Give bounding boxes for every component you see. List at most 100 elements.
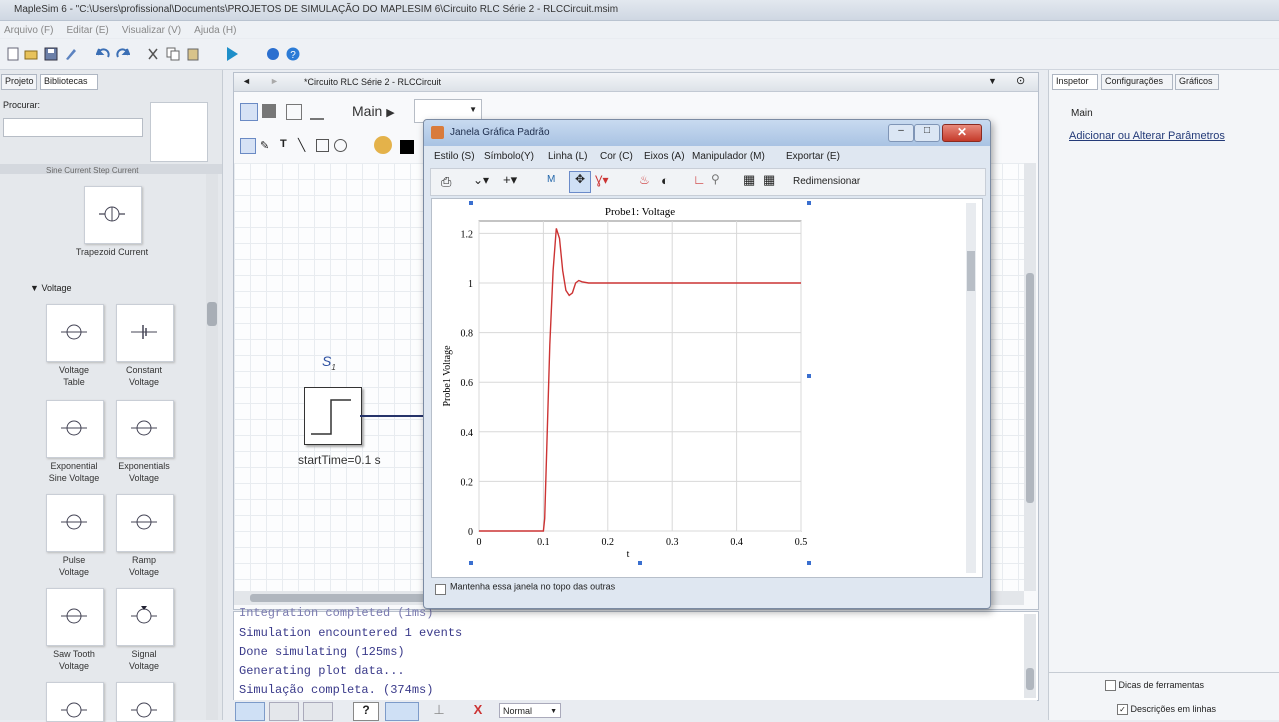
- keep-on-top-checkbox[interactable]: [435, 584, 446, 595]
- globe-icon[interactable]: ◐: [661, 173, 669, 188]
- pencil-tool-icon[interactable]: ✎: [260, 139, 272, 152]
- help-icon[interactable]: ?: [353, 702, 379, 721]
- lib-item-signal-voltage[interactable]: [116, 588, 174, 646]
- parameters-view-icon[interactable]: [269, 702, 299, 721]
- checkbox-box[interactable]: [1105, 680, 1116, 692]
- lib-item-partial-1[interactable]: [46, 682, 104, 722]
- tab-inspector[interactable]: Inspetor: [1052, 74, 1098, 90]
- step-source-block[interactable]: [304, 387, 362, 445]
- line-style-icon[interactable]: ⌄▾: [473, 173, 489, 187]
- checkbox-checked-icon[interactable]: ✓: [1117, 704, 1128, 716]
- tooltips-checkbox[interactable]: Dicas de ferramentas: [1105, 680, 1204, 692]
- console-scrollbar[interactable]: [1024, 614, 1036, 698]
- plot-menu-line[interactable]: Linha (L): [548, 151, 587, 162]
- tab-graphics[interactable]: Gráficos: [1175, 74, 1219, 90]
- editor-vscroll-thumb[interactable]: [1026, 273, 1034, 503]
- line-tool-icon[interactable]: ╲: [298, 138, 310, 152]
- fill-color-swatch[interactable]: [400, 140, 414, 154]
- search-input[interactable]: [3, 118, 143, 137]
- chat-bubble-icon[interactable]: [266, 47, 280, 61]
- maximize-icon[interactable]: □: [914, 124, 940, 142]
- doc-view-button[interactable]: [286, 104, 302, 120]
- tab-libraries[interactable]: Bibliotecas: [40, 74, 98, 90]
- resize-button[interactable]: Redimensionar: [793, 176, 860, 187]
- section-voltage[interactable]: ▼ Voltage: [30, 283, 71, 293]
- editor-tab-title[interactable]: *Circuito RLC Série 2 - RLCCircuit: [304, 77, 441, 87]
- run-simulation-icon[interactable]: [224, 46, 240, 62]
- plot-menu-axes[interactable]: Eixos (A): [644, 151, 685, 162]
- graph-view-button[interactable]: [310, 104, 324, 120]
- axis-mode-icon[interactable]: M: [547, 174, 555, 185]
- forward-arrow-icon[interactable]: ►: [270, 76, 279, 86]
- tab-options-icon[interactable]: ⊙: [1016, 74, 1025, 87]
- inline-descriptions-checkbox[interactable]: ✓ Descrições em linhas: [1117, 704, 1216, 716]
- rect-tool-icon[interactable]: [316, 139, 329, 152]
- table-view-button[interactable]: [262, 104, 276, 118]
- editor-hscroll-thumb[interactable]: [250, 594, 430, 602]
- symbol-icon[interactable]: +▾: [503, 172, 517, 188]
- plot-menu-color[interactable]: Cor (C): [600, 151, 633, 162]
- back-arrow-icon[interactable]: ◄: [242, 76, 251, 86]
- text-tool-icon[interactable]: T: [280, 138, 292, 150]
- lib-item-voltage-table[interactable]: [46, 304, 104, 362]
- simulation-view-icon[interactable]: [303, 702, 333, 721]
- zoom-icon[interactable]: ⚲: [711, 172, 720, 186]
- clear-icon[interactable]: X: [469, 702, 487, 719]
- voltage-chart[interactable]: 0 0.1 0.2 0.3 0.4 0.5 0 0.2 0.4 0.6 0.8 1 1.2 Probe1:…: [432, 199, 812, 569]
- pan-zoom-icon[interactable]: ✥: [569, 171, 591, 193]
- pin-icon[interactable]: ⊥: [427, 702, 451, 719]
- library-scrollbar[interactable]: [206, 174, 218, 720]
- plot-scrollbar[interactable]: [966, 203, 976, 573]
- new-file-icon[interactable]: [6, 47, 20, 61]
- plot-menu-symbol[interactable]: Símbolo(Y): [484, 151, 534, 162]
- mode-select[interactable]: Normal ▼: [499, 703, 561, 718]
- axes-icon[interactable]: ∟: [693, 172, 706, 187]
- paste-icon[interactable]: [186, 47, 200, 61]
- save-icon[interactable]: [44, 47, 58, 61]
- help-icon[interactable]: ?: [286, 47, 300, 61]
- close-icon[interactable]: ✕: [942, 124, 982, 142]
- console-scroll-thumb[interactable]: [1026, 668, 1034, 690]
- lib-item-exponential-sine-voltage[interactable]: [46, 400, 104, 458]
- network-view-icon[interactable]: [235, 702, 265, 721]
- diagram-view-button[interactable]: [240, 103, 258, 121]
- curve-icon[interactable]: Ɣ▾: [595, 173, 609, 187]
- list-view-icon[interactable]: [385, 702, 419, 721]
- tab-project[interactable]: Projeto: [1, 74, 37, 90]
- copy-icon[interactable]: [166, 47, 180, 61]
- tab-dropdown-icon[interactable]: ▼: [988, 76, 997, 86]
- editor-vscrollbar[interactable]: [1024, 163, 1036, 591]
- menu-view[interactable]: Visualizar (V): [122, 25, 181, 36]
- lib-item-exponentials-voltage[interactable]: [116, 400, 174, 458]
- menu-help[interactable]: Ajuda (H): [194, 25, 236, 36]
- menu-edit[interactable]: Editar (E): [67, 25, 109, 36]
- edit-icon[interactable]: [64, 47, 78, 61]
- grid-icon[interactable]: ▦: [743, 172, 755, 188]
- menu-file[interactable]: Arquivo (F): [4, 25, 53, 36]
- minimize-icon[interactable]: –: [888, 124, 914, 142]
- grid-fine-icon[interactable]: ▦: [763, 172, 775, 188]
- lib-item-ramp-voltage[interactable]: [116, 494, 174, 552]
- add-parameters-link[interactable]: Adicionar ou Alterar Parâmetros: [1069, 130, 1225, 142]
- lib-item-pulse-voltage[interactable]: [46, 494, 104, 552]
- lib-item-partial-2[interactable]: [116, 682, 174, 722]
- ellipse-tool-icon[interactable]: [334, 139, 347, 152]
- plot-menu-export[interactable]: Exportar (E): [786, 151, 840, 162]
- select-tool-icon[interactable]: [240, 138, 256, 154]
- undo-icon[interactable]: [96, 47, 110, 61]
- open-folder-icon[interactable]: [24, 47, 38, 61]
- breadcrumb[interactable]: Main ▶: [352, 103, 395, 119]
- connection-wire[interactable]: [360, 415, 424, 417]
- cut-icon[interactable]: [146, 47, 160, 61]
- plot-menu-style[interactable]: Estilo (S): [434, 151, 475, 162]
- redo-icon[interactable]: [116, 47, 130, 61]
- lib-item-trapezoid-current[interactable]: [84, 186, 142, 244]
- plot-menu-manipulator[interactable]: Manipulador (M): [692, 151, 765, 162]
- color-palette-icon[interactable]: [374, 136, 392, 154]
- breadcrumb-main[interactable]: Main: [352, 103, 382, 119]
- plot-scroll-thumb[interactable]: [967, 251, 975, 291]
- plot-area[interactable]: 0 0.1 0.2 0.3 0.4 0.5 0 0.2 0.4 0.6 0.8 1 1.2 Probe1:…: [431, 198, 983, 578]
- plot-window-titlebar[interactable]: Janela Gráfica Padrão – □ ✕: [424, 120, 990, 146]
- print-icon[interactable]: ⎙: [441, 174, 451, 190]
- lib-item-constant-voltage[interactable]: [116, 304, 174, 362]
